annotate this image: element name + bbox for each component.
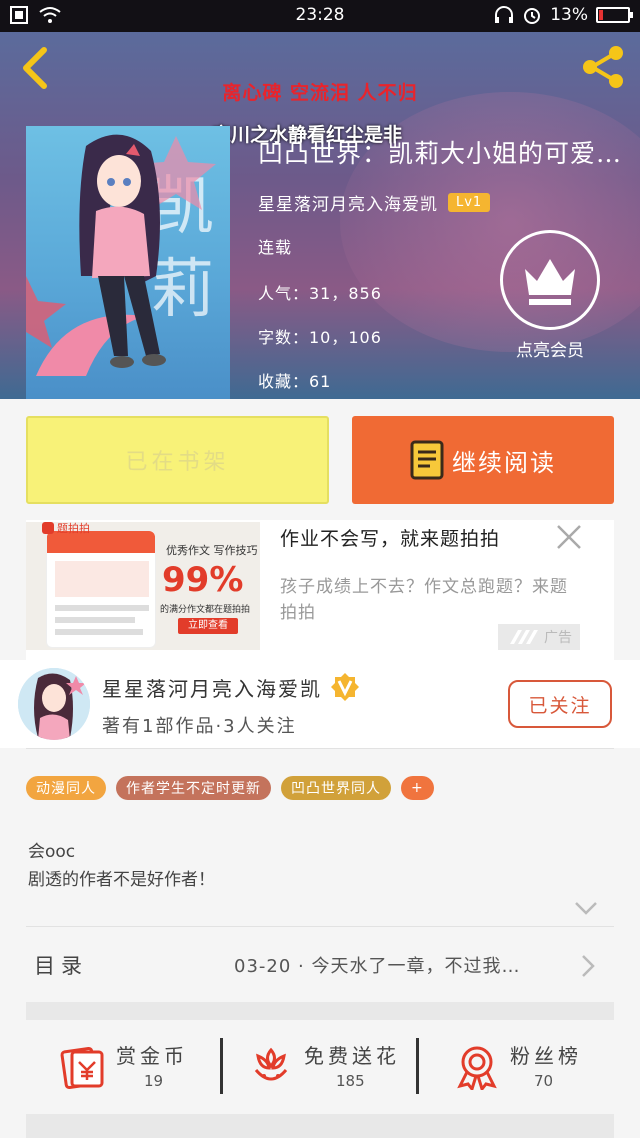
battery-icon [596, 7, 633, 23]
banner-red-text: 离心碑 空流泪 人不归 [222, 82, 418, 104]
close-icon[interactable] [554, 522, 584, 552]
ad-title[interactable]: 作业不会写，就来题拍拍 [280, 524, 500, 551]
continue-reading-button[interactable]: 继续阅读 [352, 416, 614, 504]
book-header: 离心碑 空流泪 人不归 忘川之水静看红尘是非 凯莉 凹凸世界：凯莉大小姐的可爱…… [0, 32, 640, 399]
author-avatar[interactable] [18, 668, 90, 740]
book-title: 凹凸世界：凯莉大小姐的可爱… [258, 139, 623, 168]
fans-ranking-stat[interactable]: 粉丝榜 70 [454, 1024, 604, 1114]
ad-banner[interactable]: 题拍拍 优秀作文 写作技巧 99% 的满分作文都在题拍拍 立即查看 作业不会写，… [26, 520, 614, 660]
reward-coins-count: 19 [144, 1072, 164, 1090]
book-cover[interactable]: 凯莉 [26, 126, 230, 399]
cover-illustration [26, 134, 216, 376]
follow-button[interactable]: 已关注 [508, 680, 612, 728]
ad-description: 孩子成绩上不去？作文总跑题？来题拍拍 [280, 577, 568, 623]
author-stats: 著有1部作品·3人关注 [102, 716, 297, 737]
section-separator [26, 1114, 614, 1138]
ad-img-sub: 的满分作文都在题拍拍 [160, 605, 251, 615]
continue-reading-label: 继续阅读 [452, 448, 556, 477]
tag-anime-fanfic[interactable]: 动漫同人 [26, 776, 106, 800]
reward-coins-label: 赏金币 [116, 1044, 188, 1068]
book-icon [410, 440, 444, 480]
ad-img-button: 立即查看 [178, 618, 238, 634]
author-name[interactable]: 星星落河月亮入海爱凯 [102, 673, 322, 702]
battery-text: 13% [550, 5, 588, 25]
author-level-badge: Lv1 [448, 193, 491, 212]
fans-ranking-count: 70 [534, 1072, 554, 1090]
verified-badge-icon [331, 673, 359, 701]
book-popularity: 人气：31，856 [258, 284, 382, 303]
reward-coins-stat[interactable]: 赏金币 19 [60, 1024, 210, 1114]
book-author[interactable]: 星星落河月亮入海爱凯 [258, 190, 438, 215]
chevron-right-icon[interactable] [580, 954, 596, 978]
divider [26, 926, 614, 927]
tag-author-student[interactable]: 作者学生不定时更新 [116, 776, 271, 800]
crown-icon [525, 259, 575, 305]
latest-chapter[interactable]: 03-20 · 今天水了一章，不过我… [234, 952, 554, 978]
stat-divider [416, 1038, 419, 1094]
avatar-illustration [18, 668, 90, 740]
alarm-icon [524, 8, 541, 24]
vip-button[interactable] [500, 230, 600, 330]
ad-img-head1: 优秀作文 [166, 544, 210, 557]
fans-ranking-label: 粉丝榜 [510, 1044, 582, 1068]
headphones-icon [495, 6, 514, 23]
ad-img-percent: 99% [162, 560, 244, 600]
stats-row: 赏金币 19 免费送花 185 粉丝榜 70 [0, 1024, 640, 1114]
status-bar: 23:28 13% [0, 0, 640, 32]
stat-divider [220, 1038, 223, 1094]
vip-label[interactable]: 点亮会员 [496, 336, 604, 361]
tag-aotu-world[interactable]: 凹凸世界同人 [281, 776, 391, 800]
flower-icon [254, 1047, 288, 1081]
ad-app-name: 题拍拍 [57, 522, 90, 535]
intro-line: 剧透的作者不是好作者！ [28, 870, 215, 890]
intro-line: 会ooc [28, 842, 76, 862]
tag-list: 动漫同人 作者学生不定时更新 凹凸世界同人 + [26, 776, 434, 800]
red-envelope-icon [60, 1046, 104, 1090]
medal-icon [457, 1046, 497, 1090]
free-flowers-stat[interactable]: 免费送花 185 [248, 1024, 408, 1114]
table-of-contents-row[interactable]: 目录 03-20 · 今天水了一章，不过我… [0, 932, 640, 1000]
free-flowers-label: 免费送花 [304, 1044, 400, 1068]
ad-label: 广告 [498, 624, 580, 650]
ad-logo-icon [510, 630, 538, 644]
ad-img-head2: 写作技巧 [213, 544, 258, 557]
toc-label: 目录 [34, 954, 88, 978]
chevron-down-icon[interactable] [574, 900, 598, 916]
free-flowers-count: 185 [336, 1072, 365, 1090]
book-favorites: 收藏：61 [258, 372, 332, 391]
book-intro: 会ooc 剧透的作者不是好作者！ [28, 838, 215, 894]
divider [26, 748, 614, 749]
book-status: 连载 [258, 238, 293, 257]
add-tag-button[interactable]: + [401, 776, 434, 800]
in-bookshelf-button[interactable]: 已在书架 [26, 416, 329, 504]
book-word-count: 字数：10，106 [258, 328, 382, 347]
section-separator [26, 1002, 614, 1020]
ad-image[interactable]: 题拍拍 优秀作文 写作技巧 99% 的满分作文都在题拍拍 立即查看 [26, 522, 260, 650]
